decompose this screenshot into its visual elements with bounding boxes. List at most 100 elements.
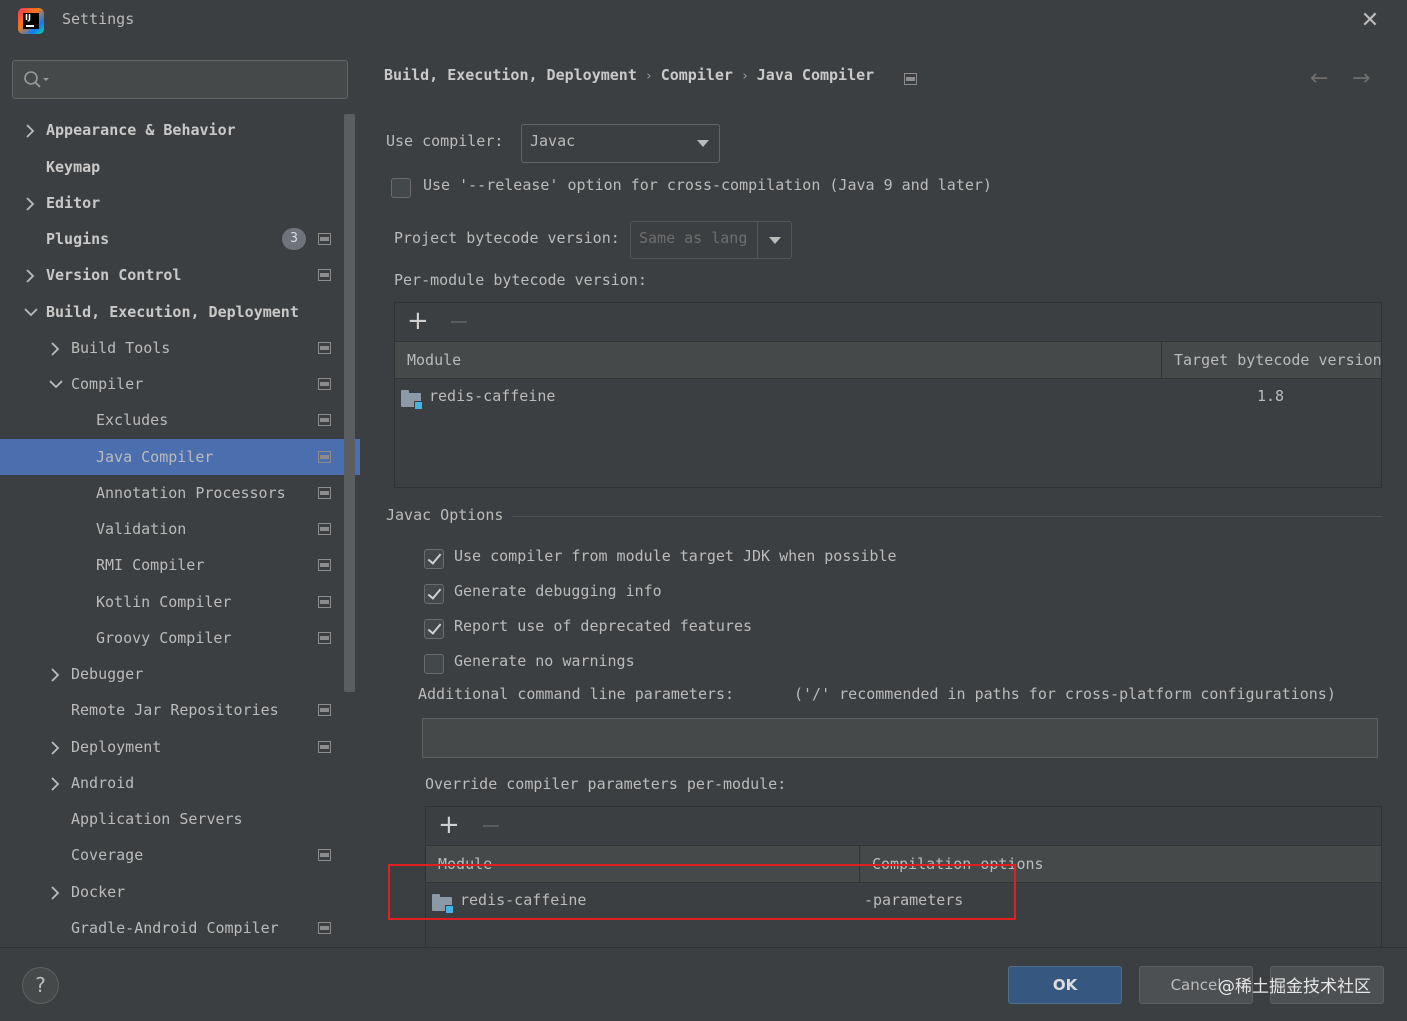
project-level-icon [318, 559, 331, 571]
sidebar-item-label: Debugger [71, 665, 144, 683]
use-compiler-value: Javac [530, 132, 576, 150]
sidebar-item-kotlin-compiler[interactable]: Kotlin Compiler [0, 584, 344, 620]
sidebar-item-coverage[interactable]: Coverage [0, 837, 344, 873]
use-target-jdk-label: Use compiler from module target JDK when… [454, 547, 897, 565]
project-level-icon [318, 451, 331, 463]
sidebar-item-label: RMI Compiler [96, 556, 205, 574]
project-level-icon [318, 922, 331, 934]
project-level-icon [318, 342, 331, 354]
sidebar-item-java-compiler[interactable]: Java Compiler [0, 439, 360, 475]
sidebar-item-label: Docker [71, 883, 126, 901]
sidebar-item-android[interactable]: Android [0, 765, 344, 801]
forward-arrow-icon[interactable]: → [1352, 66, 1370, 91]
breadcrumb-part[interactable]: Compiler [661, 66, 733, 84]
release-option-checkbox[interactable] [391, 178, 411, 198]
sidebar-item-validation[interactable]: Validation [0, 511, 344, 547]
table-row[interactable]: redis-caffeine 1.8 [395, 381, 1381, 415]
bytecode-version-label: Project bytecode version: [394, 229, 620, 247]
sidebar-item-excludes[interactable]: Excludes [0, 402, 344, 438]
sidebar-item-label: Coverage [71, 846, 144, 864]
column-header-target-version[interactable]: Target bytecode version [1162, 342, 1382, 378]
use-compiler-label: Use compiler: [386, 132, 504, 150]
sidebar-item-gradle-android-compiler[interactable]: Gradle-Android Compiler [0, 910, 344, 946]
add-icon[interactable]: + [407, 308, 429, 334]
column-header-module[interactable]: Module [395, 342, 1161, 378]
sidebar-item-editor[interactable]: Editor [0, 185, 344, 221]
no-warnings-label: Generate no warnings [454, 652, 635, 670]
sidebar-item-label: Android [71, 774, 135, 792]
chevron-right-icon[interactable] [24, 257, 38, 293]
per-module-bytecode-table: + Module Target bytecode version redis-c… [394, 302, 1382, 488]
debugging-info-checkbox[interactable] [424, 584, 444, 604]
per-module-bytecode-label: Per-module bytecode version: [394, 271, 647, 289]
bytecode-version-dropdown[interactable]: Same as lang [630, 221, 792, 259]
project-level-icon [904, 73, 917, 85]
sidebar-item-keymap[interactable]: Keymap [0, 149, 344, 185]
highlight-annotation-box [388, 864, 1016, 920]
close-icon[interactable]: ✕ [1358, 9, 1382, 33]
sidebar-item-label: Version Control [46, 266, 182, 284]
sidebar-item-debugger[interactable]: Debugger [0, 656, 344, 692]
sidebar-item-label: Excludes [96, 411, 169, 429]
sidebar-item-docker[interactable]: Docker [0, 874, 344, 910]
project-level-icon [318, 523, 331, 535]
sidebar-item-build-execution-deployment[interactable]: Build, Execution, Deployment [0, 294, 344, 330]
sidebar-item-label: Annotation Processors [96, 484, 286, 502]
chevron-right-icon[interactable] [49, 330, 63, 366]
settings-search-input[interactable] [12, 60, 348, 99]
breadcrumb-part[interactable]: Build, Execution, Deployment [384, 66, 637, 84]
project-level-icon [318, 704, 331, 716]
sidebar-item-groovy-compiler[interactable]: Groovy Compiler [0, 620, 344, 656]
chevron-right-icon[interactable] [24, 112, 38, 148]
chevron-right-icon[interactable] [49, 765, 63, 801]
module-folder-icon [401, 390, 423, 410]
sidebar-item-appearance-behavior[interactable]: Appearance & Behavior [0, 112, 344, 148]
additional-params-label: Additional command line parameters: [418, 685, 735, 703]
remove-icon[interactable] [449, 312, 469, 332]
chevron-right-icon[interactable] [24, 185, 38, 221]
sidebar-item-annotation-processors[interactable]: Annotation Processors [0, 475, 344, 511]
sidebar-item-deployment[interactable]: Deployment [0, 729, 344, 765]
javac-options-title: Javac Options [386, 506, 504, 524]
project-level-icon [318, 849, 331, 861]
sidebar-item-label: Plugins [46, 230, 110, 248]
section-divider [512, 516, 1382, 517]
sidebar-item-version-control[interactable]: Version Control [0, 257, 344, 293]
chevron-down-icon[interactable] [49, 366, 63, 402]
search-icon [24, 71, 49, 88]
sidebar-item-compiler[interactable]: Compiler [0, 366, 344, 402]
sidebar-item-label: Keymap [46, 158, 101, 176]
debugging-info-label: Generate debugging info [454, 582, 662, 600]
chevron-right-icon[interactable] [49, 874, 63, 910]
watermark-text: @稀土掘金技术社区 [1218, 977, 1371, 997]
sidebar-item-application-servers[interactable]: Application Servers [0, 801, 344, 837]
help-button[interactable]: ? [22, 967, 59, 1004]
chevron-right-icon[interactable] [49, 656, 63, 692]
sidebar-scrollbar[interactable] [344, 114, 355, 692]
sidebar-item-plugins[interactable]: Plugins 3 [0, 221, 344, 257]
override-params-label: Override compiler parameters per-module: [425, 775, 787, 793]
deprecated-features-label: Report use of deprecated features [454, 617, 753, 635]
chevron-down-icon[interactable] [24, 294, 38, 330]
add-icon[interactable]: + [438, 812, 460, 838]
use-target-jdk-checkbox[interactable] [424, 549, 444, 569]
sidebar-item-build-tools[interactable]: Build Tools [0, 330, 344, 366]
window-title: Settings [62, 10, 135, 28]
back-arrow-icon[interactable]: ← [1310, 66, 1328, 91]
additional-params-hint: ('/' recommended in paths for cross-plat… [794, 685, 1336, 703]
sidebar-item-label: Appearance & Behavior [46, 121, 236, 139]
additional-params-input[interactable] [422, 718, 1378, 758]
breadcrumb-part: Java Compiler [756, 66, 875, 84]
ok-button[interactable]: OK [1008, 966, 1122, 1004]
use-compiler-dropdown[interactable]: Javac [521, 124, 720, 163]
deprecated-features-checkbox[interactable] [424, 619, 444, 639]
no-warnings-checkbox[interactable] [424, 654, 444, 674]
sidebar-item-remote-jar-repositories[interactable]: Remote Jar Repositories [0, 692, 344, 728]
breadcrumb-separator: › [740, 69, 749, 84]
sidebar-item-label: Build Tools [71, 339, 171, 357]
settings-sidebar: Appearance & Behavior Keymap Editor Plugins… [0, 44, 360, 947]
sidebar-item-rmi-compiler[interactable]: RMI Compiler [0, 547, 344, 583]
chevron-right-icon[interactable] [49, 729, 63, 765]
project-level-icon [318, 596, 331, 608]
remove-icon[interactable] [481, 816, 501, 836]
